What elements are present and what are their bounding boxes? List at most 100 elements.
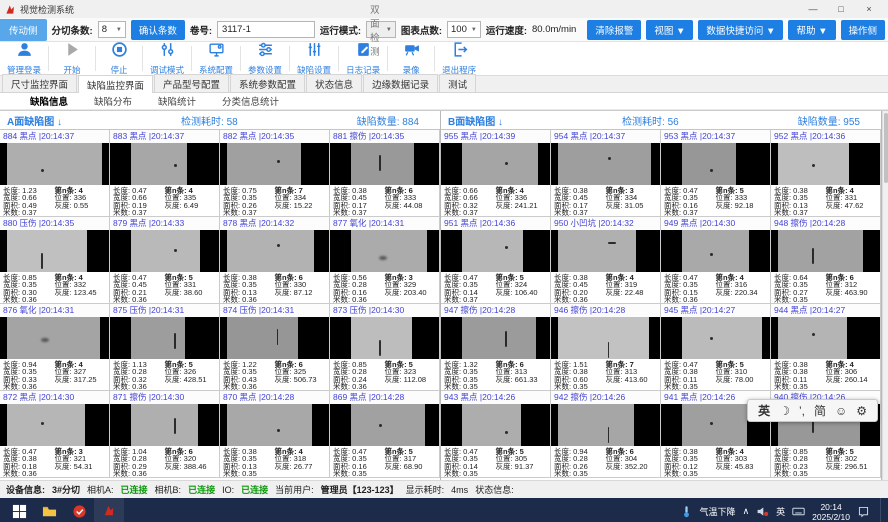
defect-cell[interactable]: 950 小凹坑 |20:14:32长度: 0.38宽度: 0.45面积: 0.2… <box>551 217 661 304</box>
defect-cell[interactable]: 948 擦伤 |20:14:28长度: 0.64宽度: 0.35面积: 0.27… <box>771 217 881 304</box>
tab-7[interactable]: 测试 <box>439 74 476 92</box>
defect-thumbnail[interactable] <box>110 404 219 447</box>
subtab-1[interactable]: 缺陷信息 <box>30 94 68 108</box>
keyboard-icon[interactable] <box>792 505 805 518</box>
defect-thumbnail[interactable] <box>551 317 660 360</box>
defect-cell[interactable]: 954 黑点 |20:14:37长度: 0.38宽度: 0.45面积: 0.17… <box>551 130 661 217</box>
defect-cell[interactable]: 942 擦伤 |20:14:26长度: 0.94宽度: 0.28面积: 0.26… <box>551 391 661 478</box>
split-count-select[interactable]: 8▼ <box>98 21 126 38</box>
defect-thumbnail[interactable] <box>661 317 770 360</box>
defect-thumbnail[interactable] <box>110 317 219 360</box>
defect-cell[interactable]: 951 黑点 |20:14:36长度: 0.47宽度: 0.35面积: 0.14… <box>441 217 551 304</box>
stop-button[interactable]: 停止 <box>96 42 142 75</box>
defect-cell[interactable]: 944 黑点 |20:14:27长度: 0.38宽度: 0.38面积: 0.11… <box>771 304 881 391</box>
video-record-button[interactable]: 录像 <box>388 42 434 75</box>
run-mode-select[interactable]: 双面检测▼ <box>366 21 396 38</box>
log-record-button[interactable]: 日志记录 <box>339 42 387 75</box>
ime-emoji-icon[interactable]: ☺ <box>835 404 847 418</box>
defect-cell[interactable]: 877 氧化 |20:14:31长度: 0.56宽度: 0.28面积: 0.16… <box>330 217 440 304</box>
chart-points-select[interactable]: 100▼ <box>447 21 481 38</box>
defect-thumbnail[interactable] <box>220 317 329 360</box>
inspection-app-button[interactable] <box>94 498 124 522</box>
defect-thumbnail[interactable] <box>441 317 550 360</box>
admin-login-button[interactable]: 管理登录 <box>0 42 48 75</box>
defect-cell[interactable]: 876 氧化 |20:14:31长度: 0.94宽度: 0.35面积: 0.33… <box>0 304 110 391</box>
defect-cell[interactable]: 881 擦伤 |20:14:35长度: 0.38宽度: 0.45面积: 0.17… <box>330 130 440 217</box>
tab-6[interactable]: 边缘数据记录 <box>363 74 438 92</box>
ime-moon-icon[interactable]: ☽ <box>779 404 790 418</box>
defect-cell[interactable]: 875 压伤 |20:14:31长度: 1.13宽度: 0.28面积: 0.32… <box>110 304 220 391</box>
ime-simplified-toggle[interactable]: 简 <box>814 402 826 419</box>
file-explorer-button[interactable] <box>34 498 64 522</box>
defect-cell[interactable]: 883 黑点 |20:14:37长度: 0.47宽度: 0.66面积: 0.19… <box>110 130 220 217</box>
confirm-count-button[interactable]: 确认条数 <box>131 20 185 40</box>
defect-thumbnail[interactable] <box>0 317 109 360</box>
defect-thumbnail[interactable] <box>0 143 109 186</box>
operator-side-button[interactable]: 操作侧 <box>841 20 886 40</box>
defect-thumbnail[interactable] <box>771 230 880 273</box>
exit-program-button[interactable]: 退出程序 <box>435 42 483 75</box>
input-language-indicator[interactable]: 英 <box>776 505 785 518</box>
defect-cell[interactable]: 879 黑点 |20:14:33长度: 0.47宽度: 0.45面积: 0.21… <box>110 217 220 304</box>
help-menu-button[interactable]: 帮助 ▼ <box>788 20 835 40</box>
weather-text[interactable]: 气温下降 <box>700 505 736 518</box>
tab-5[interactable]: 状态信息 <box>306 74 362 92</box>
ime-settings-gear-icon[interactable]: ⚙ <box>856 404 867 418</box>
defect-thumbnail[interactable] <box>0 230 109 273</box>
defect-settings-button[interactable]: 缺陷设置 <box>290 42 338 75</box>
defect-cell[interactable]: 947 擦伤 |20:14:28长度: 1.32宽度: 0.35面积: 0.35… <box>441 304 551 391</box>
param-settings-button[interactable]: 参数设置 <box>241 42 289 75</box>
vertical-scrollbar[interactable] <box>882 111 888 480</box>
defect-cell[interactable]: 952 黑点 |20:14:36长度: 0.38宽度: 0.35面积: 0.13… <box>771 130 881 217</box>
subtab-2[interactable]: 缺陷分布 <box>94 94 132 108</box>
defect-cell[interactable]: 943 黑点 |20:14:26长度: 0.47宽度: 0.35面积: 0.14… <box>441 391 551 478</box>
defect-cell[interactable]: 873 压伤 |20:14:30长度: 0.85宽度: 0.28面积: 0.24… <box>330 304 440 391</box>
debug-mode-button[interactable]: 调试模式 <box>143 42 191 75</box>
defect-thumbnail[interactable] <box>220 404 329 447</box>
tab-3[interactable]: 产品型号配置 <box>154 74 229 92</box>
defect-cell[interactable]: 869 黑点 |20:14:28长度: 0.47宽度: 0.35面积: 0.16… <box>330 391 440 478</box>
start-button[interactable]: 开始 <box>49 42 95 75</box>
clear-alarm-button[interactable]: 清除报警 <box>587 20 641 40</box>
tab-2[interactable]: 缺陷监控界面 <box>78 75 153 93</box>
system-config-button[interactable]: 系统配置 <box>192 42 240 75</box>
close-button[interactable]: × <box>855 4 883 14</box>
taskbar-clock[interactable]: 20:14 2025/2/10 <box>812 502 850 522</box>
volume-muted-icon[interactable] <box>756 505 769 518</box>
tray-expand-chevron[interactable]: ∧ <box>743 506 750 517</box>
ime-punctuation-toggle[interactable]: ’, <box>799 404 805 418</box>
defect-thumbnail[interactable] <box>441 143 550 186</box>
data-quick-access-button[interactable]: 数据快捷访问 ▼ <box>698 20 783 40</box>
subtab-3[interactable]: 缺陷统计 <box>158 94 196 108</box>
defect-thumbnail[interactable] <box>220 230 329 273</box>
maximize-button[interactable]: □ <box>827 4 855 14</box>
defect-thumbnail[interactable] <box>771 317 880 360</box>
defect-cell[interactable]: 870 黑点 |20:14:28长度: 0.38宽度: 0.35面积: 0.13… <box>220 391 330 478</box>
defect-cell[interactable]: 882 黑点 |20:14:35长度: 0.75宽度: 0.35面积: 0.26… <box>220 130 330 217</box>
notification-center-icon[interactable] <box>857 505 870 518</box>
defect-thumbnail[interactable] <box>110 143 219 186</box>
drive-side-button[interactable]: 传动侧 <box>0 19 47 41</box>
show-desktop-button[interactable] <box>880 498 884 522</box>
defect-thumbnail[interactable] <box>330 230 439 273</box>
defect-cell[interactable]: 878 黑点 |20:14:32长度: 0.38宽度: 0.35面积: 0.13… <box>220 217 330 304</box>
defect-thumbnail[interactable] <box>661 230 770 273</box>
view-menu-button[interactable]: 视图 ▼ <box>646 20 693 40</box>
defect-thumbnail[interactable] <box>771 143 880 186</box>
defect-cell[interactable]: 874 压伤 |20:14:31长度: 1.22宽度: 0.35面积: 0.43… <box>220 304 330 391</box>
defect-thumbnail[interactable] <box>551 230 660 273</box>
defect-cell[interactable]: 884 黑点 |20:14:37长度: 1.23宽度: 0.66面积: 0.49… <box>0 130 110 217</box>
subtab-4[interactable]: 分类信息统计 <box>222 94 279 108</box>
defect-thumbnail[interactable] <box>220 143 329 186</box>
defect-thumbnail[interactable] <box>110 230 219 273</box>
defect-thumbnail[interactable] <box>0 404 109 447</box>
defect-thumbnail[interactable] <box>330 143 439 186</box>
roll-number-input[interactable]: 3117-1 <box>217 21 315 38</box>
defect-thumbnail[interactable] <box>551 143 660 186</box>
app-taskbar-button[interactable] <box>64 498 94 522</box>
defect-thumbnail[interactable] <box>441 230 550 273</box>
defect-cell[interactable]: 872 黑点 |20:14:30长度: 0.47宽度: 0.38面积: 0.18… <box>0 391 110 478</box>
defect-cell[interactable]: 953 黑点 |20:14:37长度: 0.47宽度: 0.35面积: 0.16… <box>661 130 771 217</box>
defect-thumbnail[interactable] <box>330 404 439 447</box>
minimize-button[interactable]: — <box>799 4 827 14</box>
